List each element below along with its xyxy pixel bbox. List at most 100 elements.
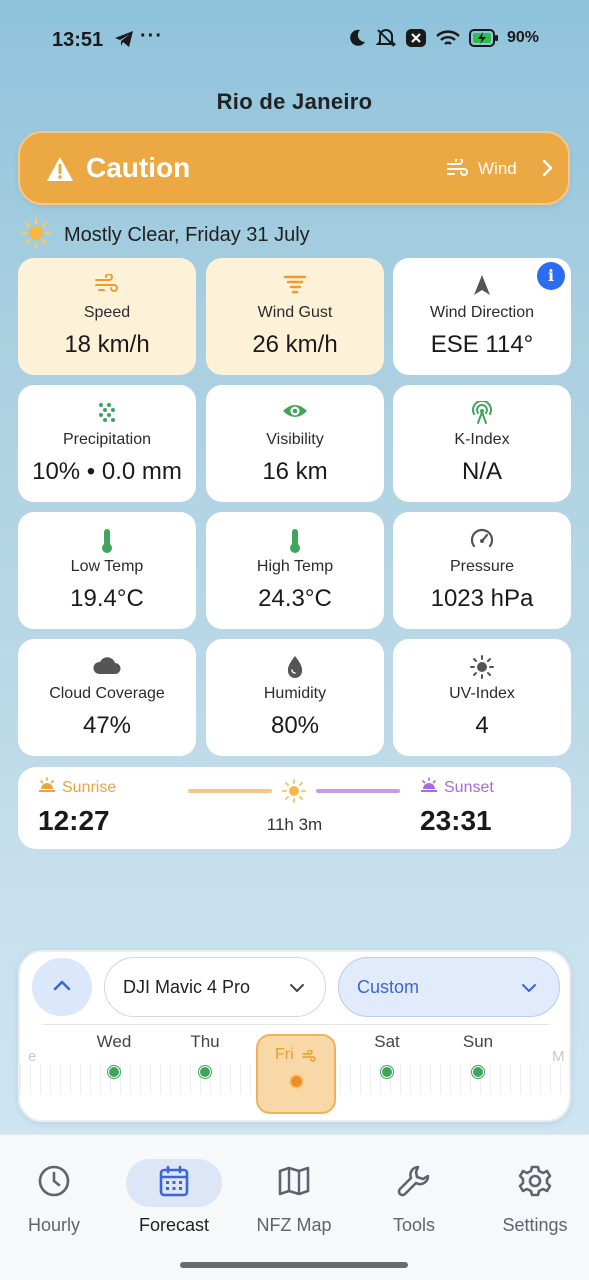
moon-icon — [347, 28, 367, 48]
day-thu[interactable]: Thu — [165, 1032, 245, 1078]
metric-card-uv-index[interactable]: UV-Index 4 — [393, 639, 571, 756]
profile-select[interactable]: Custom — [338, 957, 560, 1017]
metric-label: Wind Direction — [429, 304, 535, 321]
sunrise-label: Sunrise — [38, 777, 116, 798]
metric-card-pressure[interactable]: Pressure 1023 hPa — [393, 512, 571, 629]
metric-value: 4 — [475, 712, 489, 739]
day-label: Sun — [462, 1032, 494, 1051]
metric-value: 24.3°C — [258, 585, 332, 612]
nav-forecast[interactable]: Forecast — [119, 1153, 229, 1236]
nav-label: NFZ Map — [256, 1215, 332, 1235]
collapse-button[interactable] — [32, 958, 92, 1016]
metric-card-precipitation[interactable]: Precipitation 10% • 0.0 mm — [18, 385, 196, 502]
day-fri[interactable]: Fri — [256, 1034, 336, 1114]
day-label: Fri — [275, 1046, 294, 1063]
metric-card-cloud-coverage[interactable]: Cloud Coverage 47% — [18, 639, 196, 756]
caution-banner[interactable]: Caution Wind — [18, 131, 570, 205]
telegram-icon — [114, 30, 134, 53]
status-dot — [108, 1066, 120, 1078]
metric-card-speed[interactable]: Speed 18 km/h — [18, 258, 196, 375]
metric-value: 1023 hPa — [430, 585, 534, 612]
status-bar: 13:51 ··· 90% — [0, 0, 589, 74]
status-dot — [381, 1066, 393, 1078]
day-label: Wed — [96, 1032, 132, 1051]
status-dot — [472, 1066, 484, 1078]
tornado-icon — [206, 274, 384, 296]
info-badge-icon[interactable]: i — [537, 262, 565, 290]
day-label: Thu — [190, 1032, 220, 1051]
nav-tools[interactable]: Tools — [359, 1153, 469, 1236]
chevron-down-icon — [521, 981, 537, 999]
nav-label: Settings — [502, 1215, 568, 1235]
metric-card-high-temp[interactable]: High Temp 24.3°C — [206, 512, 384, 629]
close-box-icon — [405, 28, 427, 48]
metric-label: K-Index — [454, 431, 510, 448]
metric-value: ESE 114° — [430, 331, 534, 358]
day-label: Sat — [374, 1032, 400, 1051]
metric-label: Visibility — [266, 431, 324, 448]
metric-label: High Temp — [256, 558, 334, 575]
sunset-time: 23:31 — [420, 805, 492, 836]
nav-settings[interactable]: Settings — [480, 1153, 589, 1236]
caution-title: Caution — [86, 152, 191, 183]
sun-icon — [393, 655, 571, 679]
rain-dots-icon — [18, 401, 196, 423]
chevron-up-icon — [52, 978, 72, 997]
metric-card-wind-gust[interactable]: Wind Gust 26 km/h — [206, 258, 384, 375]
metric-label: Precipitation — [62, 431, 152, 448]
metric-label: Speed — [83, 304, 131, 321]
day-sat[interactable]: Sat — [347, 1032, 427, 1078]
metric-card-k-index[interactable]: K-Index N/A — [393, 385, 571, 502]
nav-hourly[interactable]: Hourly — [0, 1153, 109, 1236]
metric-card-wind-direction[interactable]: i Wind Direction ESE 114° — [393, 258, 571, 375]
clock-icon — [0, 1153, 109, 1209]
wifi-icon — [435, 28, 461, 48]
metric-label: Cloud Coverage — [49, 685, 165, 702]
metric-label: Wind Gust — [257, 304, 333, 321]
wind-icon — [18, 274, 196, 294]
metric-value: 26 km/h — [252, 331, 338, 358]
city-title: Rio de Janeiro — [216, 89, 373, 114]
cloud-icon — [18, 655, 196, 675]
metric-value: 19.4°C — [70, 585, 144, 612]
status-more-dots: ··· — [140, 25, 163, 47]
metric-label: Low Temp — [70, 558, 144, 575]
sunset-icon — [420, 777, 438, 798]
nav-label: Forecast — [138, 1215, 210, 1235]
caution-reason: Wind — [478, 159, 517, 178]
sunrise-icon — [38, 777, 56, 798]
chevron-right-icon — [540, 158, 554, 183]
metric-value: 18 km/h — [64, 331, 150, 358]
day-sun[interactable]: Sun — [438, 1032, 518, 1078]
home-indicator[interactable] — [180, 1262, 408, 1268]
drone-select[interactable]: DJI Mavic 4 Pro — [104, 957, 326, 1017]
metric-value: 10% • 0.0 mm — [32, 458, 182, 485]
thermometer-low-icon — [18, 528, 196, 554]
warning-icon — [46, 156, 74, 187]
bottom-nav: Hourly Forecast NFZ Map Tools Settings — [0, 1134, 589, 1280]
status-time: 13:51 — [52, 29, 104, 51]
metric-card-visibility[interactable]: Visibility 16 km — [206, 385, 384, 502]
chevron-down-icon — [289, 981, 305, 999]
status-dot — [289, 1074, 304, 1089]
day-wed[interactable]: Wed — [74, 1032, 154, 1078]
condition-text: Mostly Clear, Friday 31 July — [64, 224, 310, 246]
battery-percent: 90% — [506, 29, 539, 46]
sunset-text: Sunset — [444, 778, 494, 796]
metric-value: N/A — [461, 458, 502, 485]
gear-icon — [480, 1153, 589, 1209]
wrench-icon — [359, 1153, 469, 1209]
signal-tower-icon — [393, 401, 571, 425]
eye-icon — [206, 401, 384, 421]
daylight-bar-evening — [316, 789, 400, 793]
profile-select-value: Custom — [357, 977, 420, 997]
wind-icon — [446, 157, 468, 182]
thermometer-high-icon — [206, 528, 384, 554]
nav-label: Tools — [392, 1215, 436, 1235]
day-edge-right: M — [552, 1048, 565, 1065]
metric-card-humidity[interactable]: Humidity 80% — [206, 639, 384, 756]
metric-card-low-temp[interactable]: Low Temp 19.4°C — [18, 512, 196, 629]
sun-icon — [282, 779, 306, 808]
metric-value: 80% — [270, 712, 320, 739]
nav-nfz-map[interactable]: NFZ Map — [239, 1153, 349, 1236]
